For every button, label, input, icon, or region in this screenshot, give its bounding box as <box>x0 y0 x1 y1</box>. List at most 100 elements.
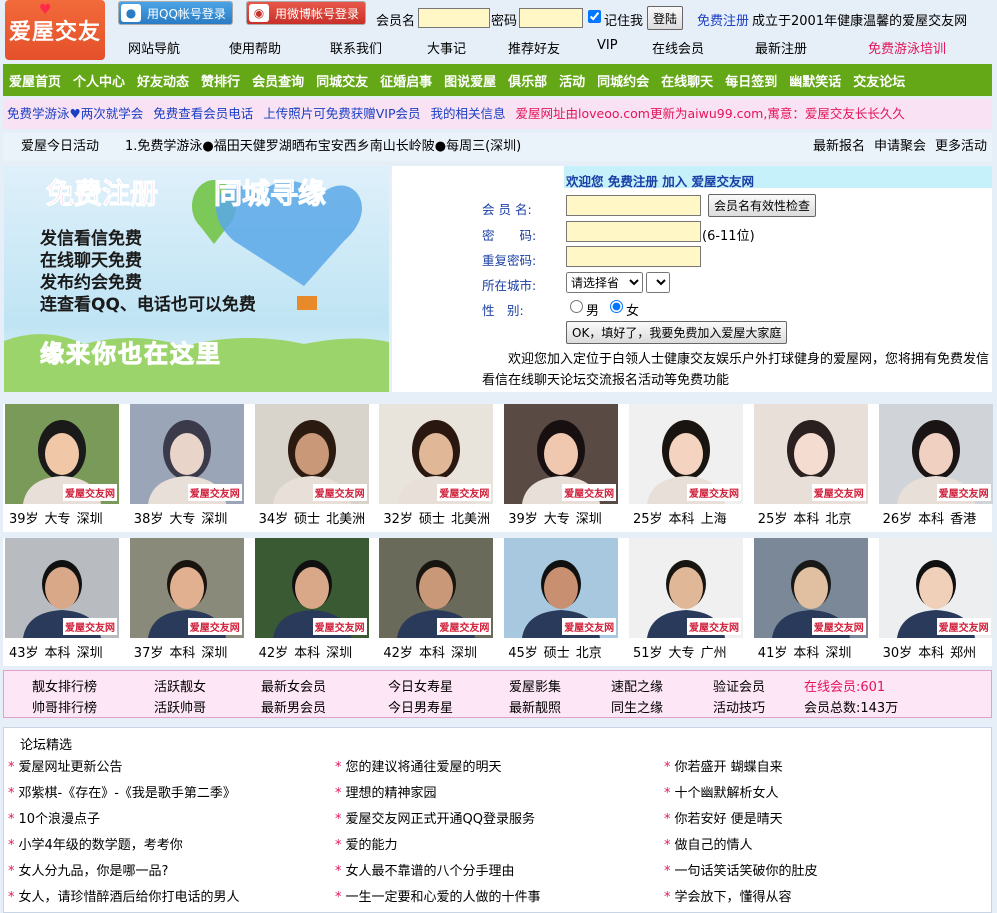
rank-link-row1-5[interactable]: 速配之缘 <box>611 676 663 695</box>
reg-username-input[interactable] <box>566 195 701 216</box>
mainnav-item-6[interactable]: 征婚启事 <box>374 71 438 90</box>
member-card[interactable]: 爱屋交友网 32岁 硕士 北美洲 <box>379 404 494 532</box>
rank-link-row1-3[interactable]: 今日女寿星 <box>388 676 453 695</box>
mainnav-item-2[interactable]: 好友动态 <box>131 71 195 90</box>
province-select[interactable]: 请选择省 <box>566 272 643 293</box>
mainnav-item-9[interactable]: 活动 <box>553 71 591 90</box>
member-card[interactable]: 爱屋交友网 37岁 本科 深圳 <box>129 538 244 666</box>
forum-post-link[interactable]: * 小学4年级的数学题，考考你 <box>8 834 183 853</box>
reg-repeat-input[interactable] <box>566 246 701 267</box>
check-username-button[interactable]: 会员名有效性检查 <box>708 194 817 217</box>
mainnav-item-3[interactable]: 赞排行 <box>195 71 246 90</box>
topnav-item-8[interactable]: 免费游泳培训 <box>868 38 946 57</box>
member-card[interactable]: 爱屋交友网 42岁 本科 深圳 <box>254 538 369 666</box>
mainnav-item-12[interactable]: 每日签到 <box>719 71 783 90</box>
forum-post-link[interactable]: * 10个浪漫点子 <box>8 808 100 827</box>
forum-post-link[interactable]: * 邓紫棋-《存在》-《我是歌手第二季》 <box>8 782 236 801</box>
forum-post-link[interactable]: * 女人，请珍惜醉酒后给你打电话的男人 <box>8 886 240 905</box>
rank-link-row2-3[interactable]: 今日男寿星 <box>388 697 453 716</box>
member-card[interactable]: 爱屋交友网 30岁 本科 郑州 <box>878 538 993 666</box>
weibo-login-button[interactable]: ◉ 用微博帐号登录 <box>246 1 367 25</box>
mainnav-item-1[interactable]: 个人中心 <box>67 71 131 90</box>
mainnav-item-0[interactable]: 爱屋首页 <box>3 71 67 90</box>
rank-link-row1-1[interactable]: 活跃靓女 <box>154 676 206 695</box>
ticker-item-4[interactable]: 爱屋网址由loveoo.com更新为aiwu99.com,寓意：爱屋交友长长久久 <box>516 106 905 121</box>
member-card[interactable]: 爱屋交友网 38岁 大专 深圳 <box>129 404 244 532</box>
rank-link-row1-7[interactable]: 在线会员:601 <box>804 676 885 695</box>
gender-male-radio[interactable] <box>570 300 583 313</box>
rank-link-row2-5[interactable]: 同生之缘 <box>611 697 663 716</box>
topnav-item-5[interactable]: VIP <box>597 38 618 53</box>
member-photo[interactable]: 爱屋交友网 <box>129 404 244 504</box>
member-photo[interactable]: 爱屋交友网 <box>878 404 993 504</box>
mainnav-item-14[interactable]: 交友论坛 <box>847 71 911 90</box>
password-input[interactable] <box>519 8 583 28</box>
member-card[interactable]: 爱屋交友网 39岁 大专 深圳 <box>5 404 119 532</box>
activity-text[interactable]: 1.免费学游泳●福田天健罗湖晒布宝安西乡南山长岭陂●每周三(深圳) <box>125 133 521 161</box>
member-card[interactable]: 爱屋交友网 42岁 本科 深圳 <box>379 538 494 666</box>
qq-login-button[interactable]: ● 用QQ帐号登录 <box>118 1 233 25</box>
rank-link-row2-0[interactable]: 帅哥排行榜 <box>32 697 97 716</box>
remember-checkbox[interactable] <box>588 10 601 23</box>
forum-post-link[interactable]: * 一生一定要和心爱的人做的十件事 <box>335 886 541 905</box>
member-card[interactable]: 爱屋交友网 34岁 硕士 北美洲 <box>254 404 369 532</box>
member-photo[interactable]: 爱屋交友网 <box>129 538 244 638</box>
topnav-item-3[interactable]: 大事记 <box>427 38 466 57</box>
member-photo[interactable]: 爱屋交友网 <box>254 538 369 638</box>
mainnav-item-10[interactable]: 同城约会 <box>591 71 655 90</box>
ticker-item-1[interactable]: 免费查看会员电话 <box>153 106 253 121</box>
forum-post-link[interactable]: * 做自己的情人 <box>664 834 753 853</box>
forum-post-link[interactable]: * 您的建议将通往爱屋的明天 <box>335 756 502 775</box>
mainnav-item-8[interactable]: 俱乐部 <box>502 71 553 90</box>
topnav-item-4[interactable]: 推荐好友 <box>508 38 560 57</box>
member-card[interactable]: 爱屋交友网 41岁 本科 深圳 <box>753 538 868 666</box>
mainnav-item-5[interactable]: 同城交友 <box>310 71 374 90</box>
topnav-item-2[interactable]: 联系我们 <box>330 38 382 57</box>
rank-link-row2-1[interactable]: 活跃帅哥 <box>154 697 206 716</box>
forum-post-link[interactable]: * 十个幽默解析女人 <box>664 782 779 801</box>
member-card[interactable]: 爱屋交友网 25岁 本科 北京 <box>753 404 868 532</box>
rank-link-row1-2[interactable]: 最新女会员 <box>261 676 326 695</box>
forum-post-link[interactable]: * 一句话笑话笑破你的肚皮 <box>664 860 818 879</box>
member-photo[interactable]: 爱屋交友网 <box>5 538 119 638</box>
rank-link-row1-0[interactable]: 靓女排行榜 <box>32 676 97 695</box>
topnav-item-6[interactable]: 在线会员 <box>652 38 704 57</box>
forum-post-link[interactable]: * 爱屋网址更新公告 <box>8 756 123 775</box>
member-photo[interactable]: 爱屋交友网 <box>379 538 494 638</box>
member-photo[interactable]: 爱屋交友网 <box>753 404 868 504</box>
member-photo[interactable]: 爱屋交友网 <box>878 538 993 638</box>
ticker-item-3[interactable]: 我的相关信息 <box>431 106 506 121</box>
mainnav-item-7[interactable]: 图说爱屋 <box>438 71 502 90</box>
forum-post-link[interactable]: * 女人分九品，你是哪一品? <box>8 860 168 879</box>
member-photo[interactable]: 爱屋交友网 <box>753 538 868 638</box>
forum-post-link[interactable]: * 学会放下，懂得从容 <box>664 886 792 905</box>
member-photo[interactable]: 爱屋交友网 <box>5 404 119 504</box>
latest-signup-link[interactable]: 最新报名 <box>813 133 865 161</box>
rank-link-row2-4[interactable]: 最新靓照 <box>509 697 561 716</box>
rank-link-row1-6[interactable]: 验证会员 <box>713 676 765 695</box>
forum-post-link[interactable]: * 你若安好 便是晴天 <box>664 808 783 827</box>
login-button[interactable]: 登陆 <box>647 6 684 30</box>
member-card[interactable]: 爱屋交友网 45岁 硕士 北京 <box>504 538 619 666</box>
member-photo[interactable]: 爱屋交友网 <box>254 404 369 504</box>
forum-post-link[interactable]: * 爱屋交友网正式开通QQ登录服务 <box>335 808 535 827</box>
topnav-item-7[interactable]: 最新注册 <box>755 38 807 57</box>
rank-link-row2-2[interactable]: 最新男会员 <box>261 697 326 716</box>
ticker-item-2[interactable]: 上传照片可免费获赠VIP会员 <box>263 106 420 121</box>
member-photo[interactable]: 爱屋交友网 <box>504 538 619 638</box>
rank-link-row2-6[interactable]: 活动技巧 <box>713 697 765 716</box>
member-photo[interactable]: 爱屋交友网 <box>504 404 619 504</box>
mainnav-item-13[interactable]: 幽默笑话 <box>783 71 847 90</box>
member-card[interactable]: 爱屋交友网 26岁 本科 香港 <box>878 404 993 532</box>
reg-password-input[interactable] <box>566 221 701 242</box>
username-input[interactable] <box>418 8 490 28</box>
member-card[interactable]: 爱屋交友网 51岁 大专 广州 <box>629 538 743 666</box>
apply-party-link[interactable]: 申请聚会 <box>874 133 926 161</box>
submit-register-button[interactable]: OK，填好了，我要免费加入爱屋大家庭 <box>566 321 788 344</box>
member-card[interactable]: 爱屋交友网 39岁 大专 深圳 <box>504 404 619 532</box>
mainnav-item-11[interactable]: 在线聊天 <box>655 71 719 90</box>
forum-post-link[interactable]: * 爱的能力 <box>335 834 398 853</box>
rank-link-row1-4[interactable]: 爱屋影集 <box>509 676 561 695</box>
mainnav-item-4[interactable]: 会员查询 <box>246 71 310 90</box>
more-activity-link[interactable]: 更多活动 <box>935 133 987 161</box>
